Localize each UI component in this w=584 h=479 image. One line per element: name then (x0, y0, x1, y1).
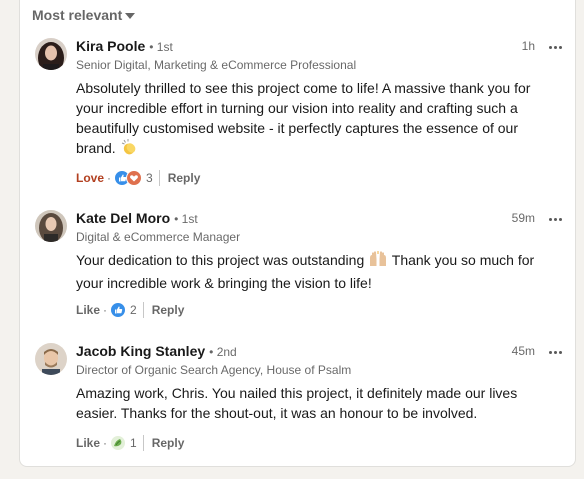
comment-timestamp: 45m (511, 344, 535, 358)
more-options-icon[interactable] (549, 344, 562, 360)
like-reaction-icon (110, 302, 127, 318)
sort-dropdown[interactable]: Most relevant (32, 7, 136, 23)
commenter-name[interactable]: Kate Del Moro (76, 209, 170, 227)
comment-text: Your dedication to this project was outs… (76, 250, 555, 293)
connection-degree: • 1st (149, 40, 173, 54)
like-button[interactable]: Like (76, 436, 100, 450)
reply-button[interactable]: Reply (152, 436, 185, 450)
reply-button[interactable]: Reply (168, 171, 201, 185)
reaction-icons[interactable] (110, 302, 127, 318)
reaction-icons[interactable] (114, 170, 143, 186)
avatar[interactable] (35, 343, 67, 375)
connection-degree: • 2nd (209, 345, 237, 359)
comment-text: Amazing work, Chris. You nailed this pro… (76, 383, 555, 423)
commenter-headline: Digital & eCommerce Manager (76, 230, 241, 244)
avatar[interactable] (35, 38, 67, 70)
comment-text: Absolutely thrilled to see this project … (76, 78, 555, 161)
comment-text-content: Amazing work, Chris. You nailed this pro… (76, 385, 518, 421)
separator-dot: · (107, 171, 112, 185)
comment-text-part: Your dedication to this project was outs… (76, 252, 365, 268)
comment-timestamp: 1h (521, 39, 535, 53)
love-reaction-button[interactable]: Love (76, 171, 104, 185)
reply-button[interactable]: Reply (152, 303, 185, 317)
caret-down-icon (125, 12, 136, 19)
divider (142, 435, 144, 451)
reaction-count[interactable]: 1 (130, 436, 137, 450)
commenter-name[interactable]: Kira Poole (76, 37, 145, 55)
more-options-icon[interactable] (549, 39, 562, 55)
connection-degree: • 1st (174, 212, 198, 226)
commenter-headline: Senior Digital, Marketing & eCommerce Pr… (76, 58, 357, 72)
separator-dot: · (103, 436, 108, 450)
comment-timestamp: 59m (511, 211, 535, 225)
love-reaction-icon (126, 170, 143, 186)
support-reaction-icon (110, 435, 127, 451)
commenter-headline: Director of Organic Search Agency, House… (76, 363, 352, 377)
reaction-count[interactable]: 2 (130, 303, 137, 317)
reaction-icons[interactable] (110, 435, 127, 451)
more-options-icon[interactable] (549, 211, 562, 227)
commenter-name[interactable]: Jacob King Stanley (76, 342, 205, 360)
comments-card: Most relevant Kira Poole • 1st Senior Di… (19, 0, 576, 467)
comment-text-content: Absolutely thrilled to see this project … (76, 80, 531, 156)
divider (142, 302, 144, 318)
reaction-count[interactable]: 3 (146, 171, 153, 185)
raising-hands-emoji (368, 250, 388, 273)
separator-dot: · (103, 303, 108, 317)
sort-label: Most relevant (32, 7, 123, 23)
clapping-hands-emoji (120, 138, 138, 161)
like-button[interactable]: Like (76, 303, 100, 317)
divider (158, 170, 160, 186)
avatar[interactable] (35, 210, 67, 242)
